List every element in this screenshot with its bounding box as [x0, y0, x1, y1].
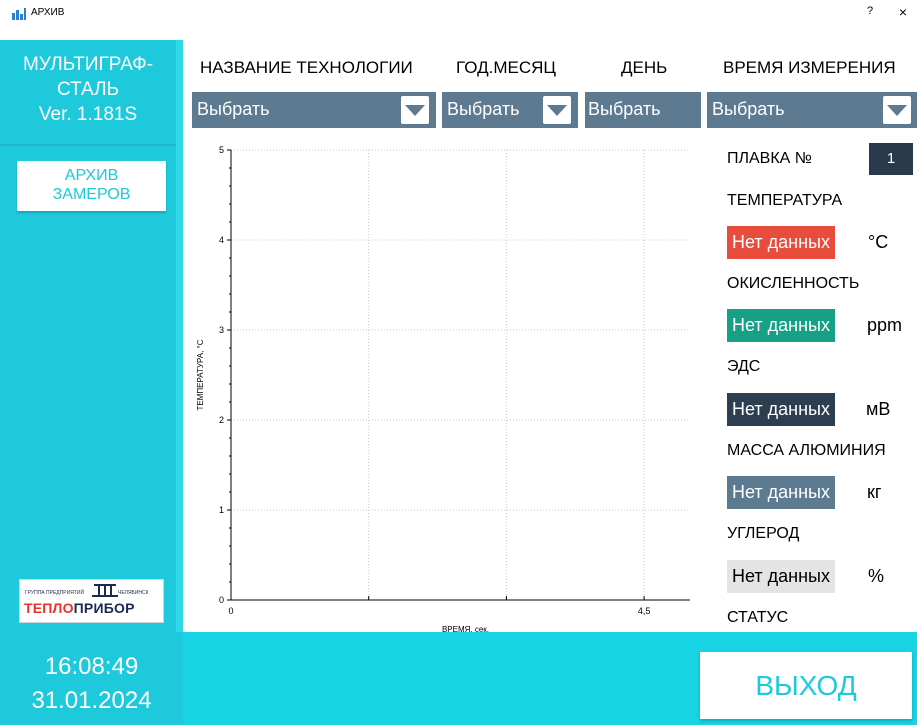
sidebar: [0, 40, 183, 632]
carbon-value: Нет данных: [727, 560, 835, 593]
technology-select-value: Выбрать: [197, 99, 270, 119]
day-header: ДЕНЬ: [621, 58, 668, 77]
year-month-select-value: Выбрать: [447, 99, 520, 119]
y-axis-label: ТЕМПЕРАТУРА, °C: [196, 339, 205, 410]
sidebar-edge: [176, 40, 183, 632]
clock-time: 16:08:49: [44, 653, 139, 680]
archive-button-label-line2: ЗАМЕРОВ: [52, 186, 131, 203]
chart-app-icon: [11, 7, 27, 21]
technology-header: НАЗВАНИЕ ТЕХНОЛОГИИ: [200, 58, 413, 77]
x-tick-label: 0: [228, 606, 233, 616]
temperature-value: Нет данных: [727, 226, 835, 259]
temperature-unit: °C: [868, 232, 889, 252]
y-tick-label: 2: [219, 415, 224, 425]
y-tick-label: 5: [219, 145, 224, 155]
close-button[interactable]: ×: [895, 4, 911, 20]
y-tick-label: 1: [219, 505, 224, 515]
temperature-chart[interactable]: 0123450 4,5 ВРЕМЯ, сек. ТЕМПЕРАТУРА, °C: [190, 140, 700, 640]
logo-emblem-icon: [92, 584, 118, 597]
logo-brand: ТЕПЛОПРИБОР: [24, 600, 135, 616]
oxidation-unit: ppm: [867, 315, 903, 335]
carbon-label: УГЛЕРОД: [727, 525, 800, 542]
emf-unit: мВ: [866, 399, 891, 419]
chevron-down-icon[interactable]: [668, 96, 696, 124]
chevron-down-icon[interactable]: [883, 96, 911, 124]
y-tick-label: 0: [219, 595, 224, 605]
exit-button[interactable]: ВЫХОД: [700, 652, 912, 719]
chevron-down-icon[interactable]: [543, 96, 571, 124]
teplopribor-logo: ГРУППА ПРЕДПРИЯТИЙ ЧЕЛЯБИНСК ТЕПЛОПРИБОР: [19, 579, 164, 623]
app-name-line1: МУЛЬТИГРАФ-: [22, 54, 154, 75]
archive-button-label-line1: АРХИВ: [64, 167, 119, 184]
time-header: ВРЕМЯ ИЗМЕРЕНИЯ: [723, 58, 896, 77]
clock-date: 31.01.2024: [31, 687, 152, 714]
time-select[interactable]: Выбрать: [707, 92, 917, 128]
status-label: СТАТУС: [727, 609, 789, 626]
clock: 16:08:49 31.01.2024: [0, 650, 183, 718]
day-select-value: Выбрать: [588, 99, 661, 119]
aluminium-value: Нет данных: [727, 476, 835, 509]
logo-group-text: ГРУППА ПРЕДПРИЯТИЙ: [25, 590, 85, 596]
carbon-unit: %: [868, 566, 885, 586]
melt-label: ПЛАВКА №: [727, 150, 812, 167]
emf-value: Нет данных: [727, 393, 835, 426]
app-version: Ver. 1.181S: [38, 104, 138, 125]
emf-label: ЭДС: [727, 358, 761, 375]
x-tick-label: 4,5: [638, 606, 651, 616]
year-month-header: ГОД.МЕСЯЦ: [456, 58, 556, 77]
help-button[interactable]: ?: [862, 5, 878, 21]
title-bar: АРХИВ ? ×: [0, 0, 917, 40]
melt-number: 1: [869, 143, 913, 175]
oxidation-label: ОКИСЛЕННОСТЬ: [727, 275, 860, 292]
y-tick-label: 4: [219, 235, 224, 245]
temperature-label: ТЕМПЕРАТУРА: [727, 192, 843, 209]
aluminium-label: МАССА АЛЮМИНИЯ: [727, 442, 886, 459]
app-name-line2: СТАЛЬ: [56, 79, 120, 100]
window-title: АРХИВ: [31, 7, 65, 18]
logo-city-text: ЧЕЛЯБИНСК: [118, 590, 149, 596]
oxidation-value: Нет данных: [727, 309, 835, 342]
day-select[interactable]: Выбрать: [585, 92, 701, 128]
technology-select[interactable]: Выбрать: [192, 92, 436, 128]
chevron-down-icon[interactable]: [401, 96, 429, 124]
sidebar-divider: [0, 144, 176, 146]
app-name: МУЛЬТИГРАФ- СТАЛЬ Ver. 1.181S: [0, 52, 176, 127]
archive-measurements-button[interactable]: АРХИВ ЗАМЕРОВ: [17, 161, 166, 211]
year-month-select[interactable]: Выбрать: [442, 92, 578, 128]
time-select-value: Выбрать: [712, 99, 785, 119]
y-tick-label: 3: [219, 325, 224, 335]
aluminium-unit: кг: [867, 482, 882, 502]
